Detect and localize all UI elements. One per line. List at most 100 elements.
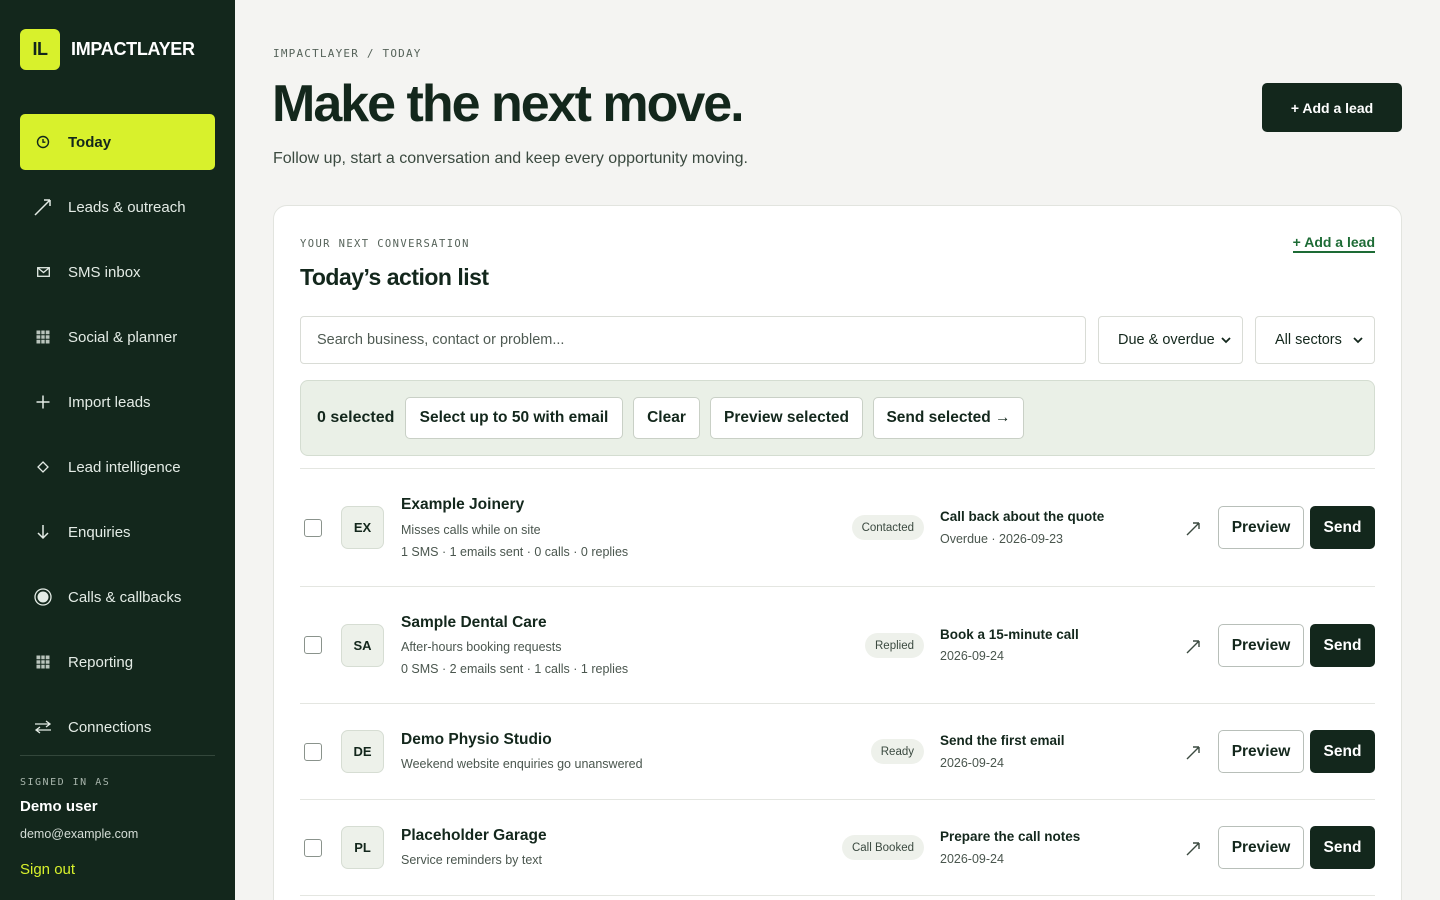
sidebar-item-enquiries[interactable]: Enquiries — [20, 504, 215, 560]
brand-logo: IL — [20, 29, 60, 70]
next-task: Call back about the quote — [940, 509, 1105, 524]
due-filter-value: Due & overdue — [1118, 332, 1215, 348]
due-filter-select[interactable]: Due & overdue — [1098, 316, 1243, 364]
arrow-down-icon — [32, 524, 54, 540]
sidebar: IL IMPACTLAYER Today Leads & outreach SM… — [0, 0, 235, 900]
activity-stats: 0 SMS · 2 emails sent · 1 calls · 1 repl… — [401, 662, 629, 676]
sidebar-item-label: SMS inbox — [68, 263, 141, 281]
table-row: EX Example Joinery Misses calls while on… — [300, 469, 1375, 587]
search-input[interactable] — [300, 316, 1086, 364]
sidebar-item-calls-callbacks[interactable]: Calls & callbacks — [20, 569, 215, 625]
breadcrumb: IMPACTLAYER / TODAY — [273, 47, 422, 60]
sidebar-item-label: Enquiries — [68, 523, 131, 541]
table-row: SA Sample Dental Care After-hours bookin… — [300, 587, 1375, 704]
envelope-icon — [32, 267, 54, 277]
sector-filter-value: All sectors — [1275, 332, 1342, 348]
brand-name: IMPACTLAYER — [71, 39, 195, 59]
sidebar-item-sms-inbox[interactable]: SMS inbox — [20, 244, 215, 300]
sidebar-item-label: Calls & callbacks — [68, 588, 182, 606]
preview-selected-button[interactable]: Preview selected — [710, 397, 863, 439]
sidebar-divider — [20, 755, 215, 756]
row-checkbox[interactable] — [304, 519, 322, 537]
avatar: PL — [341, 826, 384, 869]
grid-icon — [32, 330, 54, 344]
send-button[interactable]: Send — [1310, 826, 1375, 869]
sidebar-item-today[interactable]: Today — [20, 114, 215, 170]
send-button[interactable]: Send — [1310, 730, 1375, 773]
swap-icon — [32, 720, 54, 734]
activity-stats: 1 SMS · 1 emails sent · 0 calls · 0 repl… — [401, 545, 629, 559]
user-email: demo@example.com — [20, 827, 139, 841]
sign-out-link[interactable]: Sign out — [20, 861, 75, 878]
diamond-icon — [32, 461, 54, 473]
action-list-card: YOUR NEXT CONVERSATION Today’s action li… — [273, 205, 1402, 900]
table-row: DE Demo Physio Studio Weekend website en… — [300, 704, 1375, 800]
row-checkbox[interactable] — [304, 636, 322, 654]
preview-button[interactable]: Preview — [1218, 730, 1304, 773]
business-problem: Misses calls while on site — [401, 523, 541, 537]
avatar: EX — [341, 506, 384, 549]
business-name[interactable]: Placeholder Garage — [401, 827, 547, 845]
send-button[interactable]: Send — [1310, 624, 1375, 667]
preview-button[interactable]: Preview — [1218, 826, 1304, 869]
open-arrow-icon[interactable] — [1185, 521, 1201, 537]
preview-button[interactable]: Preview — [1218, 506, 1304, 549]
plus-icon — [32, 395, 54, 409]
sidebar-item-leads-outreach[interactable]: Leads & outreach — [20, 179, 215, 235]
next-task: Book a 15-minute call — [940, 627, 1079, 642]
sidebar-item-social-planner[interactable]: Social & planner — [20, 309, 215, 365]
selected-count: 0 selected — [317, 409, 395, 426]
due-date: 2026-09-24 — [940, 756, 1004, 770]
business-problem: Weekend website enquiries go unanswered — [401, 757, 643, 771]
row-checkbox[interactable] — [304, 743, 322, 761]
business-name[interactable]: Example Joinery — [401, 496, 524, 514]
open-arrow-icon[interactable] — [1185, 639, 1201, 655]
brand[interactable]: IL IMPACTLAYER — [20, 29, 195, 70]
grid-icon — [32, 655, 54, 669]
send-button[interactable]: Send — [1310, 506, 1375, 549]
sector-filter-select[interactable]: All sectors — [1255, 316, 1375, 364]
clock-icon — [32, 135, 54, 149]
table-row: PL Placeholder Garage Service reminders … — [300, 800, 1375, 896]
business-problem: Service reminders by text — [401, 853, 543, 867]
bulk-actions-bar: 0 selected Select up to 50 with email Cl… — [300, 380, 1375, 456]
sidebar-item-reporting[interactable]: Reporting — [20, 634, 215, 690]
business-name[interactable]: Sample Dental Care — [401, 614, 547, 632]
sidebar-item-label: Lead intelligence — [68, 458, 181, 476]
send-selected-button[interactable]: Send selected → — [873, 397, 1024, 439]
status-badge: Ready — [870, 739, 924, 764]
arrow-up-right-icon — [32, 196, 54, 218]
open-arrow-icon[interactable] — [1185, 745, 1201, 761]
due-date: Overdue · 2026-09-23 — [940, 532, 1063, 546]
business-name[interactable]: Demo Physio Studio — [401, 731, 552, 749]
due-date: 2026-09-24 — [940, 649, 1004, 663]
select-50-button[interactable]: Select up to 50 with email — [405, 397, 623, 439]
sidebar-item-import-leads[interactable]: Import leads — [20, 374, 215, 430]
next-task: Send the first email — [940, 733, 1065, 748]
sidebar-item-connections[interactable]: Connections — [20, 699, 215, 755]
status-badge: Call Booked — [841, 835, 924, 860]
page-title: Make the next move. — [272, 75, 745, 133]
avatar: SA — [341, 624, 384, 667]
next-task: Prepare the call notes — [940, 829, 1081, 844]
sidebar-item-label: Connections — [68, 718, 152, 736]
card-title: Today’s action list — [300, 264, 489, 290]
sidebar-item-label: Today — [68, 133, 112, 151]
row-checkbox[interactable] — [304, 839, 322, 857]
add-lead-button[interactable]: + Add a lead — [1262, 83, 1402, 132]
signed-in-label: SIGNED IN AS — [20, 777, 111, 788]
clear-button[interactable]: Clear — [633, 397, 700, 439]
open-arrow-icon[interactable] — [1185, 841, 1201, 857]
sidebar-nav: Today Leads & outreach SMS inbox Social … — [20, 114, 215, 764]
sidebar-item-label: Import leads — [68, 393, 151, 411]
card-eyebrow: YOUR NEXT CONVERSATION — [300, 238, 470, 250]
sidebar-item-lead-intelligence[interactable]: Lead intelligence — [20, 439, 215, 495]
add-lead-link[interactable]: + Add a lead — [1292, 234, 1375, 253]
sidebar-item-label: Leads & outreach — [68, 198, 186, 216]
chevron-down-icon — [1353, 337, 1363, 344]
status-badge: Replied — [865, 633, 924, 658]
page-subtitle: Follow up, start a conversation and keep… — [273, 150, 748, 167]
business-problem: After-hours booking requests — [401, 640, 562, 654]
chevron-down-icon — [1221, 337, 1231, 344]
preview-button[interactable]: Preview — [1218, 624, 1304, 667]
